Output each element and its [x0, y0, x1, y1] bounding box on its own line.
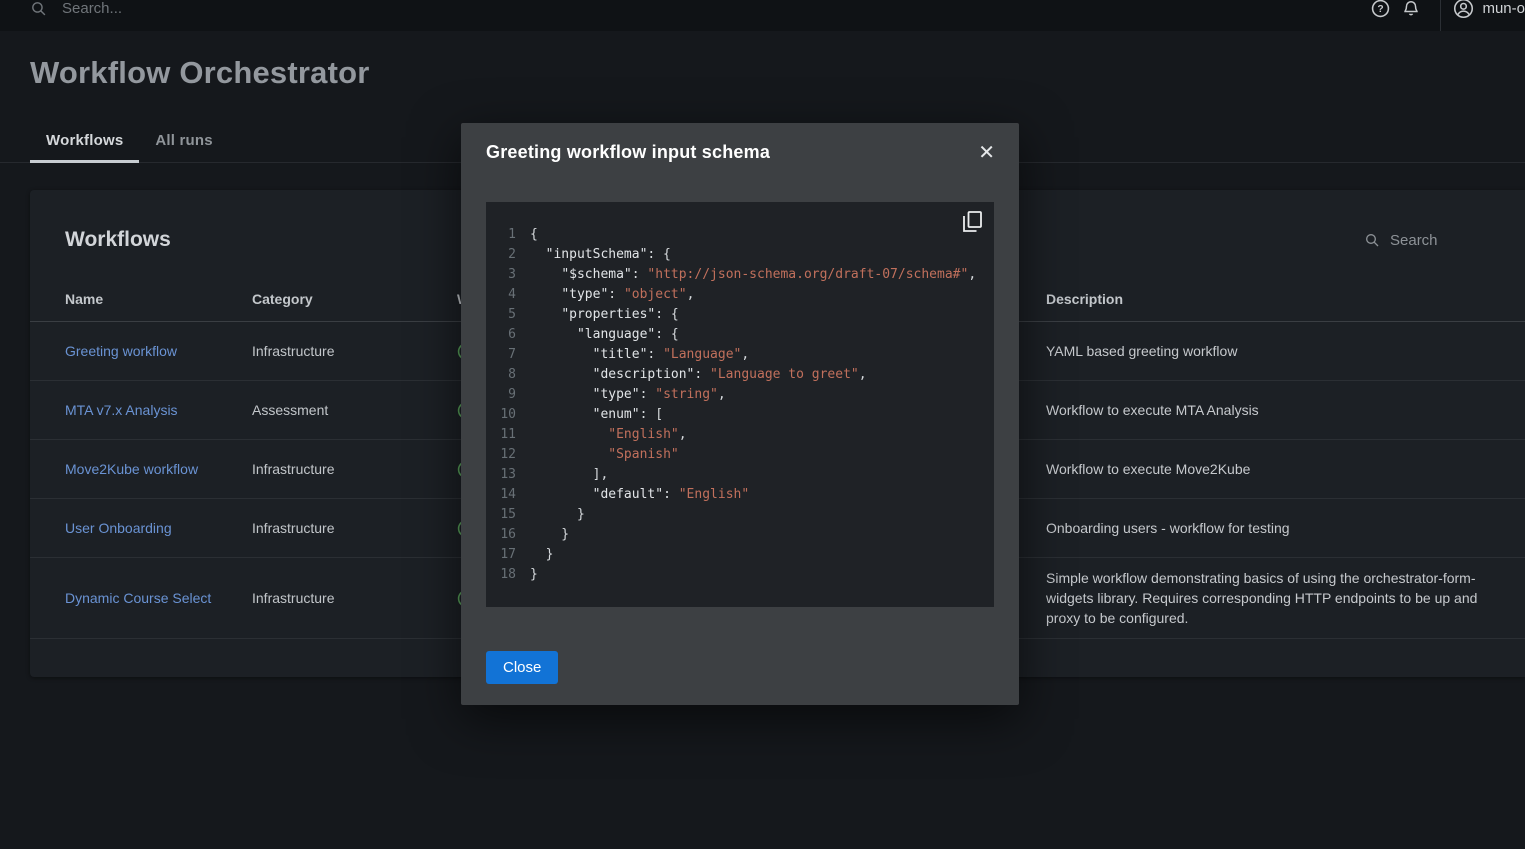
username-label: mun-o — [1482, 0, 1525, 17]
tab-workflows[interactable]: Workflows — [30, 119, 139, 162]
workflow-name-link[interactable]: Greeting workflow — [65, 343, 177, 359]
tab-all-runs[interactable]: All runs — [139, 119, 228, 162]
schema-modal: Greeting workflow input schema ✕ 1234567… — [461, 123, 1019, 705]
category-cell: Infrastructure — [252, 461, 457, 477]
help-icon[interactable]: ? — [1365, 0, 1396, 24]
global-search[interactable] — [30, 0, 1365, 17]
global-topbar: ? mun-o — [0, 0, 1525, 31]
modal-title: Greeting workflow input schema — [486, 142, 770, 163]
table-search-icon — [1364, 232, 1380, 248]
close-icon[interactable]: ✕ — [976, 142, 997, 164]
category-cell: Infrastructure — [252, 590, 457, 606]
name-cell: MTA v7.x Analysis — [65, 402, 252, 418]
name-cell: Greeting workflow — [65, 343, 252, 359]
page-title: Workflow Orchestrator — [30, 55, 370, 91]
copy-icon[interactable] — [963, 211, 982, 232]
user-menu[interactable]: mun-o — [1453, 0, 1525, 19]
category-cell: Infrastructure — [252, 520, 457, 536]
workflow-name-link[interactable]: Dynamic Course Select — [65, 590, 211, 606]
category-cell: Assessment — [252, 402, 457, 418]
topbar-divider — [1440, 0, 1441, 31]
column-header-name[interactable]: Name — [65, 291, 252, 307]
close-button[interactable]: Close — [486, 651, 558, 684]
description-cell: Simple workflow demonstrating basics of … — [1046, 568, 1490, 628]
category-cell: Infrastructure — [252, 343, 457, 359]
code-lines: { "inputSchema": { "$schema": "http://js… — [530, 225, 984, 607]
workflow-name-link[interactable]: User Onboarding — [65, 520, 172, 536]
global-search-input[interactable] — [62, 0, 382, 17]
description-cell: Onboarding users - workflow for testing — [1046, 518, 1490, 538]
name-cell: Move2Kube workflow — [65, 461, 252, 477]
table-search[interactable] — [1364, 232, 1490, 249]
code-gutter: 123456789101112131415161718 — [494, 225, 516, 607]
code-block: 123456789101112131415161718 { "inputSche… — [486, 202, 994, 607]
column-header-category[interactable]: Category — [252, 291, 457, 307]
table-search-input[interactable] — [1390, 232, 1490, 249]
search-icon — [30, 0, 47, 17]
description-cell: YAML based greeting workflow — [1046, 341, 1490, 361]
workflow-name-link[interactable]: MTA v7.x Analysis — [65, 402, 178, 418]
app-screen: ? mun-o Workflow Orchestrator Workflows … — [0, 0, 1525, 849]
notifications-bell-icon[interactable] — [1396, 0, 1426, 24]
name-cell: User Onboarding — [65, 520, 252, 536]
name-cell: Dynamic Course Select — [65, 590, 252, 606]
topbar-actions: ? mun-o — [1365, 0, 1525, 31]
workflow-name-link[interactable]: Move2Kube workflow — [65, 461, 198, 477]
avatar-icon — [1453, 0, 1474, 19]
card-title: Workflows — [65, 228, 171, 252]
description-cell: Workflow to execute MTA Analysis — [1046, 400, 1490, 420]
column-header-description[interactable]: Description — [1046, 291, 1490, 307]
svg-text:?: ? — [1378, 4, 1384, 15]
description-cell: Workflow to execute Move2Kube — [1046, 459, 1490, 479]
